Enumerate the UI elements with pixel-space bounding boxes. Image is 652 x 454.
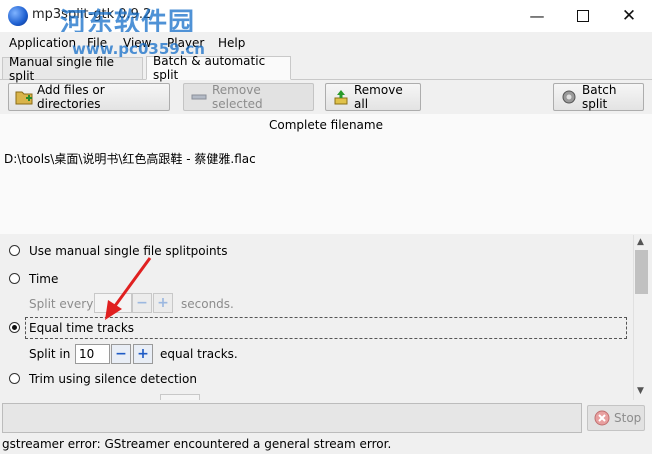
add-files-label: Add files or directories xyxy=(37,83,105,111)
split-every-input[interactable] xyxy=(94,293,132,313)
split-in-label: Split in xyxy=(29,347,71,361)
plus-icon: + xyxy=(137,346,149,362)
seconds-label: seconds. xyxy=(181,297,234,311)
radio-silence-detection[interactable] xyxy=(9,373,20,384)
add-files-button[interactable]: Add files or directories xyxy=(8,83,170,111)
remove-all-icon xyxy=(332,89,350,105)
stop-label: Stop xyxy=(614,411,642,425)
minimize-icon: — xyxy=(529,7,545,25)
split-in-input[interactable]: 10 xyxy=(75,344,110,364)
maximize-button[interactable] xyxy=(560,0,606,32)
tab-batch-split[interactable]: Batch & automatic split xyxy=(146,54,291,82)
radio-time[interactable] xyxy=(9,273,20,284)
batch-split-icon xyxy=(560,89,578,105)
minimize-button[interactable]: — xyxy=(514,0,560,32)
plus-icon: + xyxy=(157,295,169,311)
split-every-increment[interactable]: + xyxy=(153,293,173,313)
equal-tracks-label: equal tracks. xyxy=(160,347,238,361)
file-list[interactable] xyxy=(0,114,652,234)
remove-icon xyxy=(190,89,208,105)
menu-application[interactable]: Application xyxy=(9,36,76,50)
scroll-up-icon[interactable]: ▲ xyxy=(637,237,644,247)
silence-threshold-input[interactable] xyxy=(160,394,200,400)
split-in-decrement[interactable]: − xyxy=(111,344,131,364)
batch-split-button[interactable]: Batch split xyxy=(553,83,644,111)
scroll-down-icon[interactable]: ▼ xyxy=(637,386,644,396)
split-in-increment[interactable]: + xyxy=(133,344,153,364)
stop-icon xyxy=(594,410,610,426)
tab-manual-split[interactable]: Manual single file split xyxy=(2,55,143,83)
remove-all-button[interactable]: Remove all xyxy=(325,83,421,111)
status-bar-text: gstreamer error: GStreamer encountered a… xyxy=(2,437,392,451)
remove-all-label: Remove all xyxy=(354,83,403,111)
close-icon: ✕ xyxy=(621,6,637,26)
column-header-filename[interactable]: Complete filename xyxy=(0,118,652,132)
add-folder-icon xyxy=(15,89,33,105)
split-every-decrement[interactable]: − xyxy=(132,293,152,313)
maximize-icon xyxy=(577,10,589,22)
close-button[interactable]: ✕ xyxy=(606,0,652,32)
silence-detection-label[interactable]: Trim using silence detection xyxy=(29,372,197,386)
time-label[interactable]: Time xyxy=(29,272,58,286)
remove-selected-button[interactable]: Remove selected xyxy=(183,83,314,111)
remove-selected-label: Remove selected xyxy=(212,83,263,111)
stop-button[interactable]: Stop xyxy=(587,405,645,431)
batch-split-label: Batch split xyxy=(582,83,617,111)
minus-icon: − xyxy=(136,295,148,311)
manual-splitpoints-label[interactable]: Use manual single file splitpoints xyxy=(29,244,228,258)
menu-help[interactable]: Help xyxy=(218,36,245,50)
radio-manual-splitpoints[interactable] xyxy=(9,245,20,256)
minus-icon: − xyxy=(115,346,127,362)
equal-time-label[interactable]: Equal time tracks xyxy=(29,321,134,335)
radio-equal-time[interactable] xyxy=(9,322,20,333)
file-list-row[interactable]: D:\tools\桌面\说明书\红色高跟鞋 - 蔡健雅.flac xyxy=(4,150,256,167)
scroll-thumb[interactable] xyxy=(635,250,648,294)
app-icon xyxy=(8,6,28,26)
progress-bar xyxy=(2,403,582,433)
split-every-label: Split every xyxy=(29,297,94,311)
